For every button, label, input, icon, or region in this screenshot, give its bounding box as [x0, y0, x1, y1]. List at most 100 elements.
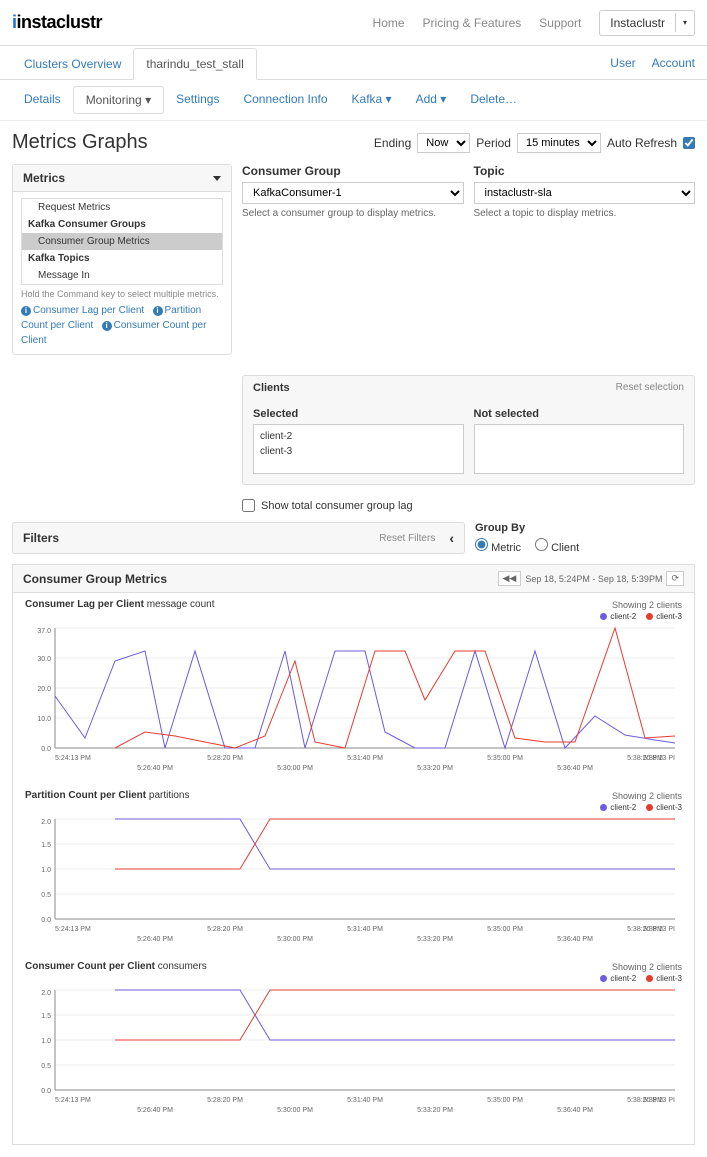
- metric-quick-links: iConsumer Lag per Client iPartition Coun…: [21, 303, 223, 348]
- svg-text:5:28:20 PM: 5:28:20 PM: [207, 755, 243, 762]
- total-lag-row: Show total consumer group lag: [242, 499, 695, 512]
- svg-text:5:30:00 PM: 5:30:00 PM: [277, 1107, 313, 1114]
- clients-selected-box[interactable]: client-2 client-3: [253, 424, 464, 474]
- svg-text:5:30:00 PM: 5:30:00 PM: [277, 936, 313, 943]
- clients-reset-button[interactable]: Reset selection: [616, 382, 684, 394]
- time-prev-button[interactable]: ◀◀: [498, 571, 522, 586]
- subtab-monitoring[interactable]: Monitoring ▾: [73, 86, 164, 114]
- chevron-left-icon[interactable]: ‹: [449, 530, 454, 546]
- svg-text:2.0: 2.0: [41, 990, 51, 997]
- list-item[interactable]: client-2: [260, 429, 457, 444]
- show-total-lag-label: Show total consumer group lag: [261, 500, 413, 512]
- svg-text:5:33:20 PM: 5:33:20 PM: [417, 1107, 453, 1114]
- clients-not-selected-box[interactable]: [474, 424, 685, 474]
- page-title: Metrics Graphs: [12, 131, 148, 154]
- tree-request-metrics[interactable]: Request Metrics: [22, 199, 222, 216]
- chart-svg: 0.0 10.0 20.0 30.0 37.0 5:24:13 PM 5:28:…: [25, 623, 685, 773]
- groupby-metric-radio[interactable]: Metric: [475, 538, 521, 554]
- svg-text:5:36:40 PM: 5:36:40 PM: [557, 765, 593, 772]
- chart-section-header: Consumer Group Metrics ◀◀ Sep 18, 5:24PM…: [12, 564, 695, 593]
- nav-home[interactable]: Home: [373, 16, 405, 30]
- svg-text:0.0: 0.0: [41, 1088, 51, 1095]
- tree-message-in[interactable]: Message In: [22, 267, 222, 284]
- chart-legend: client-2 client-3: [25, 974, 682, 983]
- svg-text:1.0: 1.0: [41, 867, 51, 874]
- svg-text:0.5: 0.5: [41, 1063, 51, 1070]
- topic-select[interactable]: instaclustr-sla: [474, 182, 696, 204]
- subtab-settings[interactable]: Settings: [164, 86, 231, 114]
- page-header: Metrics Graphs Ending Now Period 15 minu…: [0, 121, 707, 164]
- svg-text:5:33:20 PM: 5:33:20 PM: [417, 936, 453, 943]
- svg-text:5:26:40 PM: 5:26:40 PM: [137, 1107, 173, 1114]
- link-consumer-lag[interactable]: iConsumer Lag per Client: [21, 305, 144, 316]
- filters-reset-button[interactable]: Reset Filters: [379, 533, 435, 544]
- metrics-panel-title: Metrics: [23, 171, 65, 185]
- tree-kafka-consumer-groups[interactable]: Kafka Consumer Groups: [22, 216, 222, 233]
- show-total-lag-checkbox[interactable]: [242, 499, 255, 512]
- subtab-add[interactable]: Add ▾: [404, 86, 459, 114]
- chart-consumer-count: Consumer Count per Client consumers Show…: [25, 961, 682, 1118]
- cluster-subtabs: Details Monitoring ▾ Settings Connection…: [0, 80, 707, 121]
- chart-legend: client-2 client-3: [25, 612, 682, 621]
- nav-support[interactable]: Support: [539, 16, 581, 30]
- svg-text:5:31:40 PM: 5:31:40 PM: [347, 755, 383, 762]
- svg-text:5:38:13 PI: 5:38:13 PI: [643, 1097, 675, 1104]
- svg-text:10.0: 10.0: [37, 716, 51, 723]
- graph-range-controls: Ending Now Period 15 minutes Auto Refres…: [374, 133, 695, 153]
- ending-select[interactable]: Now: [417, 133, 470, 153]
- time-refresh-button[interactable]: ⟳: [666, 571, 684, 586]
- showing-count: Showing 2 clients: [612, 962, 682, 972]
- svg-text:30.0: 30.0: [37, 656, 51, 663]
- svg-text:5:31:40 PM: 5:31:40 PM: [347, 926, 383, 933]
- svg-text:5:24:13 PM: 5:24:13 PM: [55, 755, 91, 762]
- groupby-client-radio[interactable]: Client: [535, 538, 579, 554]
- legend-dot-icon: [600, 975, 607, 982]
- link-user[interactable]: User: [610, 56, 635, 70]
- legend-dot-icon: [600, 613, 607, 620]
- info-icon: i: [153, 306, 163, 316]
- subtab-kafka[interactable]: Kafka ▾: [340, 86, 404, 114]
- showing-count: Showing 2 clients: [612, 791, 682, 801]
- groupby-label: Group By: [475, 522, 695, 534]
- auto-refresh-checkbox[interactable]: [683, 137, 695, 149]
- caret-down-icon: ▾: [386, 92, 392, 106]
- consumer-group-select[interactable]: KafkaConsumer-1: [242, 182, 464, 204]
- topic-field: Topic instaclustr-sla Select a topic to …: [474, 164, 696, 355]
- time-range-text: Sep 18, 5:24PM - Sep 18, 5:39PM: [525, 574, 662, 584]
- caret-down-icon: ▾: [145, 93, 151, 107]
- subtab-delete[interactable]: Delete…: [458, 86, 529, 114]
- metrics-tree[interactable]: Request Metrics Kafka Consumer Groups Co…: [21, 198, 223, 285]
- period-select[interactable]: 15 minutes: [517, 133, 601, 153]
- info-icon: i: [21, 306, 31, 316]
- tab-cluster-current[interactable]: tharindu_test_stall: [133, 48, 256, 80]
- filters-title: Filters: [23, 531, 59, 545]
- link-account[interactable]: Account: [652, 56, 695, 70]
- subtab-details[interactable]: Details: [12, 86, 73, 114]
- tree-kafka-topics[interactable]: Kafka Topics: [22, 250, 222, 267]
- clients-title: Clients: [253, 382, 290, 394]
- cluster-tabbar: Clusters Overview tharindu_test_stall Us…: [0, 46, 707, 80]
- legend-dot-icon: [646, 613, 653, 620]
- nav-pricing[interactable]: Pricing & Features: [423, 16, 522, 30]
- topnav: Home Pricing & Features Support Instaclu…: [373, 10, 695, 36]
- chart-svg: 0.0 0.5 1.0 1.5 2.0 5:24:13 PM 5:28:20 P…: [25, 985, 685, 1115]
- clients-not-selected-label: Not selected: [474, 408, 685, 420]
- svg-text:5:35:00 PM: 5:35:00 PM: [487, 1097, 523, 1104]
- subtab-connection-info[interactable]: Connection Info: [231, 86, 339, 114]
- topbar: iinstaclustr Home Pricing & Features Sup…: [0, 0, 707, 46]
- tree-consumer-group-metrics[interactable]: Consumer Group Metrics: [22, 233, 222, 250]
- chevron-down-icon[interactable]: [211, 171, 221, 185]
- logo: iinstaclustr: [12, 12, 102, 33]
- period-label: Period: [476, 136, 511, 150]
- svg-text:5:35:00 PM: 5:35:00 PM: [487, 755, 523, 762]
- chart-legend: client-2 client-3: [25, 803, 682, 812]
- tab-clusters-overview[interactable]: Clusters Overview: [12, 49, 133, 79]
- caret-down-icon: ▾: [675, 13, 694, 32]
- svg-text:5:26:40 PM: 5:26:40 PM: [137, 765, 173, 772]
- clients-panel: Clients Reset selection Selected client-…: [242, 375, 695, 485]
- showing-count: Showing 2 clients: [612, 600, 682, 610]
- chart-partition-count: Partition Count per Client partitions Sh…: [25, 790, 682, 947]
- account-dropdown[interactable]: Instaclustr ▾: [599, 10, 695, 36]
- svg-text:5:28:20 PM: 5:28:20 PM: [207, 1097, 243, 1104]
- list-item[interactable]: client-3: [260, 444, 457, 459]
